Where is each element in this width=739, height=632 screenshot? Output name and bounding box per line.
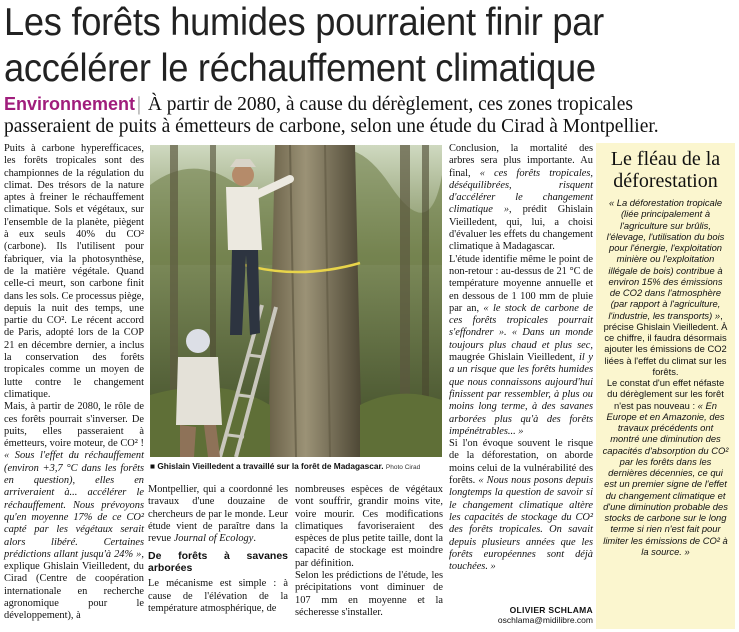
caption-text: Ghislain Vieilledent a travaillé sur la … [157, 461, 384, 471]
headline-line-2: accélérer le réchauffement climatique [4, 47, 596, 90]
photo-caption: ■ Ghislain Vieilledent a travaillé sur l… [150, 461, 421, 471]
author-name: OLIVIER SCHLAMA [509, 605, 593, 615]
article-headline: Les forêts humides pourraient finir par … [4, 0, 685, 92]
column1-p2-text: Mais, à partir de 2080, le rôle de ces f… [4, 401, 144, 450]
column3-paragraph-2: Selon les prédictions de l'étude, les pr… [295, 570, 443, 618]
section-subhead: De forêts à savanes arborées [148, 550, 288, 575]
article-column-3: nombreuses espèces de végétaux vont souf… [295, 484, 443, 619]
sidebar-quote-2: « En Europe et en Amazonie, des travaux … [602, 399, 729, 557]
column4-p3-quote: « Nous nous posons depuis longtemps la q… [449, 475, 593, 573]
column1-paragraph-2: Mais, à partir de 2080, le rôle de ces f… [4, 401, 144, 622]
column4-paragraph-1: Conclusion, la mortalité des arbres sera… [449, 143, 593, 254]
column2-paragraph-1: Montpellier, qui a coordonné les travaux… [148, 484, 288, 545]
article-column-2: Montpellier, qui a coordonné les travaux… [148, 484, 288, 615]
column1-p2-quote: « Sous l'effet du réchauffement (environ… [4, 450, 144, 560]
deck-line-1: À partir de 2080, à cause du dérèglement… [147, 94, 633, 115]
sidebar-title: Le fléau de la déforestation [610, 148, 721, 192]
author-email: oschlama@midilibre.com [497, 615, 593, 625]
deck-line-2: passeraient de puits à émetteurs de carb… [4, 116, 659, 137]
journal-name: Journal of Ecology [173, 533, 254, 545]
column4-paragraph-3: Si l'on évoque souvent le risque de la d… [449, 438, 593, 573]
headline-line-1: Les forêts humides pourraient finir par [4, 1, 604, 44]
photo-credit: Photo Cirad [385, 464, 421, 471]
article-column-4: Conclusion, la mortalité des arbres sera… [449, 143, 593, 573]
column4-p2-quote-2: il y a un risque que les forêts humides … [449, 352, 593, 437]
column1-paragraph-1: Puits à carbone hyperefficaces, les forê… [4, 143, 144, 400]
sidebar-body: « La déforestation tropicale (liée princ… [602, 197, 729, 557]
sidebar-box: Le fléau de la déforestation « La défore… [596, 143, 735, 629]
rubric-separator: | [137, 94, 141, 115]
forest-photo-illustration [150, 145, 442, 457]
author-signature: OLIVIER SCHLAMA oschlama@midilibre.com [449, 605, 593, 625]
forest-photo [150, 145, 442, 457]
column3-paragraph-1: nombreuses espèces de végétaux vont souf… [295, 484, 443, 569]
sidebar-quote-1: « La déforestation tropicale (liée princ… [606, 197, 725, 321]
section-rubric: Environnement [4, 94, 136, 114]
article-column-1: Puits à carbone hyperefficaces, les forê… [4, 143, 144, 623]
column4-paragraph-2: L'étude identifie même le point de non-r… [449, 254, 593, 438]
article-deck: Environnement | À partir de 2080, à cause… [4, 93, 736, 138]
column2-p1-end: . [253, 533, 256, 545]
column2-paragraph-2: Le mécanisme est simple : à cause de l'é… [148, 578, 288, 615]
